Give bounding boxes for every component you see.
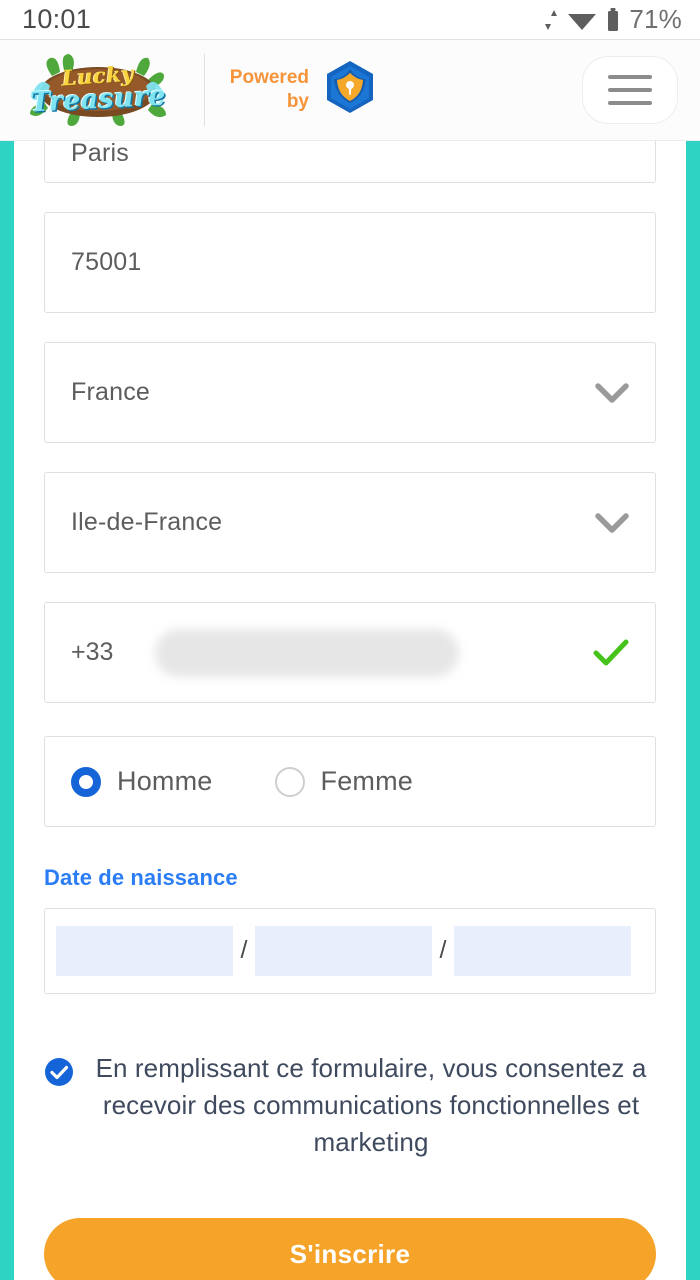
dob-separator: / [439, 935, 447, 964]
status-bar: 10:01 71% [0, 0, 700, 40]
phone-number-redacted[interactable] [155, 628, 460, 677]
date-of-birth-label: Date de naissance [44, 865, 238, 890]
powered-by-label: Powered by [229, 67, 309, 112]
data-transfer-icon [545, 9, 558, 30]
checkbox-checked-icon[interactable] [44, 1057, 74, 1087]
mobile-screen: 10:01 71% Lucky Treasure Powered by Pari… [0, 0, 700, 1280]
status-indicators: 71% [544, 4, 682, 35]
country-value: France [71, 378, 151, 406]
phone-country-code: +33 [71, 638, 114, 666]
hamburger-menu-button[interactable] [582, 56, 678, 124]
header-divider [204, 54, 205, 126]
dob-year-input[interactable] [454, 926, 631, 976]
region-value: Ile-de-France [71, 508, 223, 536]
hamburger-icon-bar [608, 75, 652, 79]
country-select[interactable]: France [44, 342, 656, 443]
chevron-down-icon [595, 382, 629, 403]
radio-icon-selected[interactable] [71, 766, 101, 797]
gender-option-homme[interactable]: Homme [71, 766, 213, 797]
gender-option-femme[interactable]: Femme [274, 766, 414, 797]
status-time: 10:01 [22, 4, 92, 34]
powered-by-block: Powered by [223, 59, 381, 121]
battery-percent: 71% [629, 4, 682, 34]
hamburger-icon-bar [608, 101, 652, 105]
left-accent-rail [0, 141, 14, 1280]
shield-logo [327, 61, 373, 113]
brand-logo[interactable]: Lucky Treasure [18, 54, 178, 126]
gender-label-femme: Femme [320, 766, 414, 796]
dob-separator: / [240, 935, 248, 964]
wifi-icon [568, 13, 597, 30]
chevron-down-icon [595, 512, 629, 533]
postal-code-value: 75001 [71, 248, 142, 276]
dob-month-input[interactable] [255, 926, 432, 976]
postal-code-field[interactable]: 75001 [44, 212, 656, 313]
right-accent-rail [686, 141, 700, 1280]
submit-button[interactable]: S'inscrire [44, 1218, 656, 1280]
app-header: Lucky Treasure Powered by [0, 40, 700, 141]
checkmark-valid-icon [593, 639, 629, 665]
city-field[interactable]: Paris [44, 141, 656, 183]
gender-field: Homme Femme [44, 736, 656, 827]
registration-form: Paris 75001 France Ile-de-France +33 Hom… [14, 141, 686, 1280]
consent-text: En remplissant ce formulaire, vous conse… [95, 1053, 647, 1157]
radio-icon-unselected[interactable] [274, 766, 305, 797]
dob-day-input[interactable] [56, 926, 233, 976]
consent-row[interactable]: En remplissant ce formulaire, vous conse… [44, 1050, 656, 1161]
phone-field[interactable]: +33 [44, 602, 656, 703]
region-select[interactable]: Ile-de-France [44, 472, 656, 573]
gender-label-homme: Homme [117, 766, 213, 796]
page-body: Paris 75001 France Ile-de-France +33 Hom… [0, 141, 700, 1280]
date-of-birth-field[interactable]: / / [44, 908, 656, 994]
battery-icon [608, 7, 619, 31]
city-value: Paris [71, 141, 129, 167]
hamburger-icon-bar [608, 88, 652, 92]
